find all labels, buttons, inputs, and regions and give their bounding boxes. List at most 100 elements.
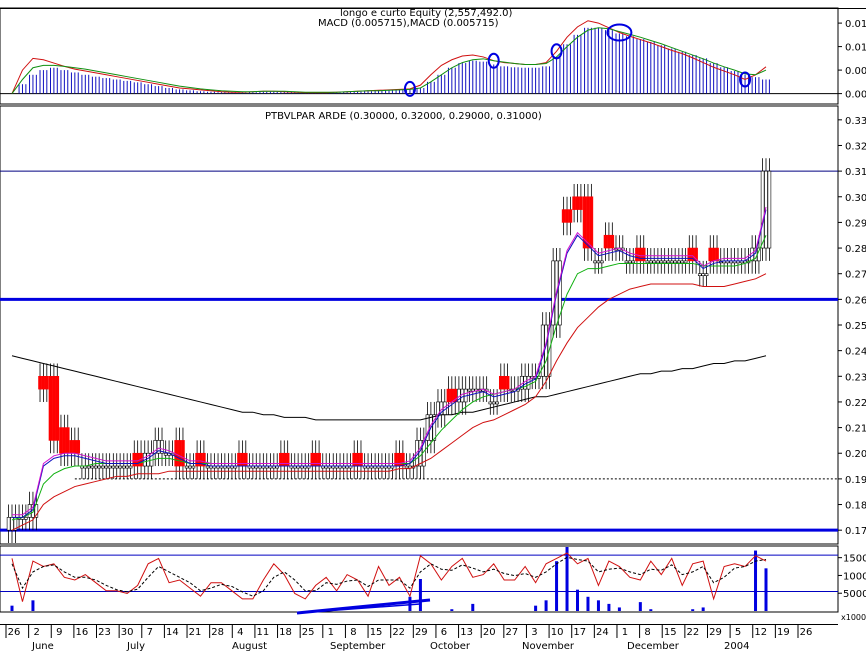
volume-bar <box>691 609 695 611</box>
price-y-tick-label: 0.19 <box>845 475 866 486</box>
candle-body <box>767 170 772 249</box>
candle-body <box>645 260 650 264</box>
candle-body <box>659 260 664 264</box>
volume-bar <box>617 607 621 611</box>
x-tick-label: 12 <box>754 627 767 638</box>
candle-body <box>470 388 475 392</box>
ma-red-line <box>11 273 767 531</box>
candle-body <box>184 465 189 469</box>
volume-bar <box>418 579 422 611</box>
candle-body <box>666 260 671 264</box>
x-tick-label: 8 <box>350 627 356 638</box>
candle-body <box>240 452 245 467</box>
x-tick-label: 1 <box>328 627 334 638</box>
x-month-label: 2004 <box>724 641 749 652</box>
candle-body <box>677 260 681 264</box>
x-tick-label: 26 <box>800 627 813 638</box>
price-y-tick-label: 0.32 <box>845 141 866 152</box>
x-tick-label: 11 <box>257 627 270 638</box>
price-y-tick-label: 0.18 <box>845 501 866 512</box>
candle-body <box>652 260 657 264</box>
candle-body <box>404 465 409 469</box>
x-tick-label: 18 <box>279 627 292 638</box>
x-tick-label: 16 <box>76 627 89 638</box>
candle-body <box>52 375 56 441</box>
candle-body <box>76 440 81 454</box>
candle-body <box>104 465 109 469</box>
candle-body <box>401 452 405 467</box>
x-tick-label: 15 <box>664 627 677 638</box>
candle-body <box>285 452 290 467</box>
x-tick-label: 30 <box>121 627 134 638</box>
candle-body <box>596 260 601 264</box>
candle-body <box>631 260 636 264</box>
candle-body <box>589 196 594 249</box>
x-tick-label: 23 <box>98 627 111 638</box>
candle-body <box>450 388 454 403</box>
x-tick-label: 5 <box>735 627 741 638</box>
candle-body <box>38 375 42 390</box>
candle-body <box>128 465 133 469</box>
candle-body <box>561 209 566 223</box>
candle-body <box>93 465 98 469</box>
candle-body <box>704 273 709 277</box>
candle-body <box>355 452 360 467</box>
candle-body <box>237 452 241 467</box>
candle-body <box>638 247 643 262</box>
price-y-tick-label: 0.30 <box>845 193 866 204</box>
candle-body <box>628 260 632 264</box>
x-unit-label: x1000 <box>841 613 866 622</box>
candle-body <box>697 273 702 277</box>
candle-body <box>488 401 493 405</box>
x-tick-label: 9 <box>56 627 62 638</box>
candle-body <box>24 517 28 520</box>
candle-body <box>498 375 503 390</box>
price-y-tick-label: 0.17 <box>845 526 866 537</box>
candle-body <box>505 375 510 390</box>
volume-bar <box>10 605 14 611</box>
stoch-y-tick-label: 15000 <box>843 554 866 565</box>
candle-body <box>495 401 499 405</box>
candle-body <box>107 465 112 469</box>
panel-frames <box>0 7 866 625</box>
x-month-label: December <box>627 641 680 652</box>
stoch-y-tick-label: 5000 <box>843 589 866 600</box>
candle-body <box>177 440 182 467</box>
macd-subtitle: MACD (0.005715),MACD (0.005715) <box>318 18 499 29</box>
volume-bar <box>544 600 548 611</box>
volume-bar <box>638 602 642 611</box>
candle-body <box>41 375 46 390</box>
volume-bar <box>576 589 579 611</box>
candle-body <box>282 452 287 467</box>
macd-series-line <box>11 20 767 94</box>
price-y-tick-label: 0.23 <box>845 372 866 383</box>
volume-bar <box>450 609 454 611</box>
candle-body <box>680 260 685 264</box>
price-y-tick-label: 0.26 <box>845 295 866 306</box>
candle-body <box>662 260 667 264</box>
macd-series-line <box>11 27 767 94</box>
candle-body <box>69 440 74 454</box>
macd-y-tick-label: 0.010 <box>845 43 866 54</box>
candle-body <box>711 247 716 262</box>
volume-bar <box>596 600 600 611</box>
x-month-label: July <box>126 641 145 652</box>
x-tick-label: 19 <box>777 627 790 638</box>
volume-bar <box>534 605 538 611</box>
stoch-panel: 15000 10000 5000 <box>0 547 866 615</box>
candle-body <box>45 375 49 390</box>
candle-body <box>62 427 67 454</box>
candle-body <box>565 209 569 223</box>
candle-body <box>687 247 692 262</box>
volume-bar <box>555 561 559 611</box>
volume-bar <box>31 600 35 611</box>
volume-bar <box>408 596 412 611</box>
candle-body <box>656 260 660 264</box>
candle-body <box>125 465 129 469</box>
price-y-tick-label: 0.27 <box>845 270 866 281</box>
candle-body <box>205 465 210 469</box>
candle-body <box>111 465 116 469</box>
x-tick-label: 1 <box>622 627 628 638</box>
x-tick-label: 27 <box>505 627 518 638</box>
volume-bar <box>701 607 705 611</box>
